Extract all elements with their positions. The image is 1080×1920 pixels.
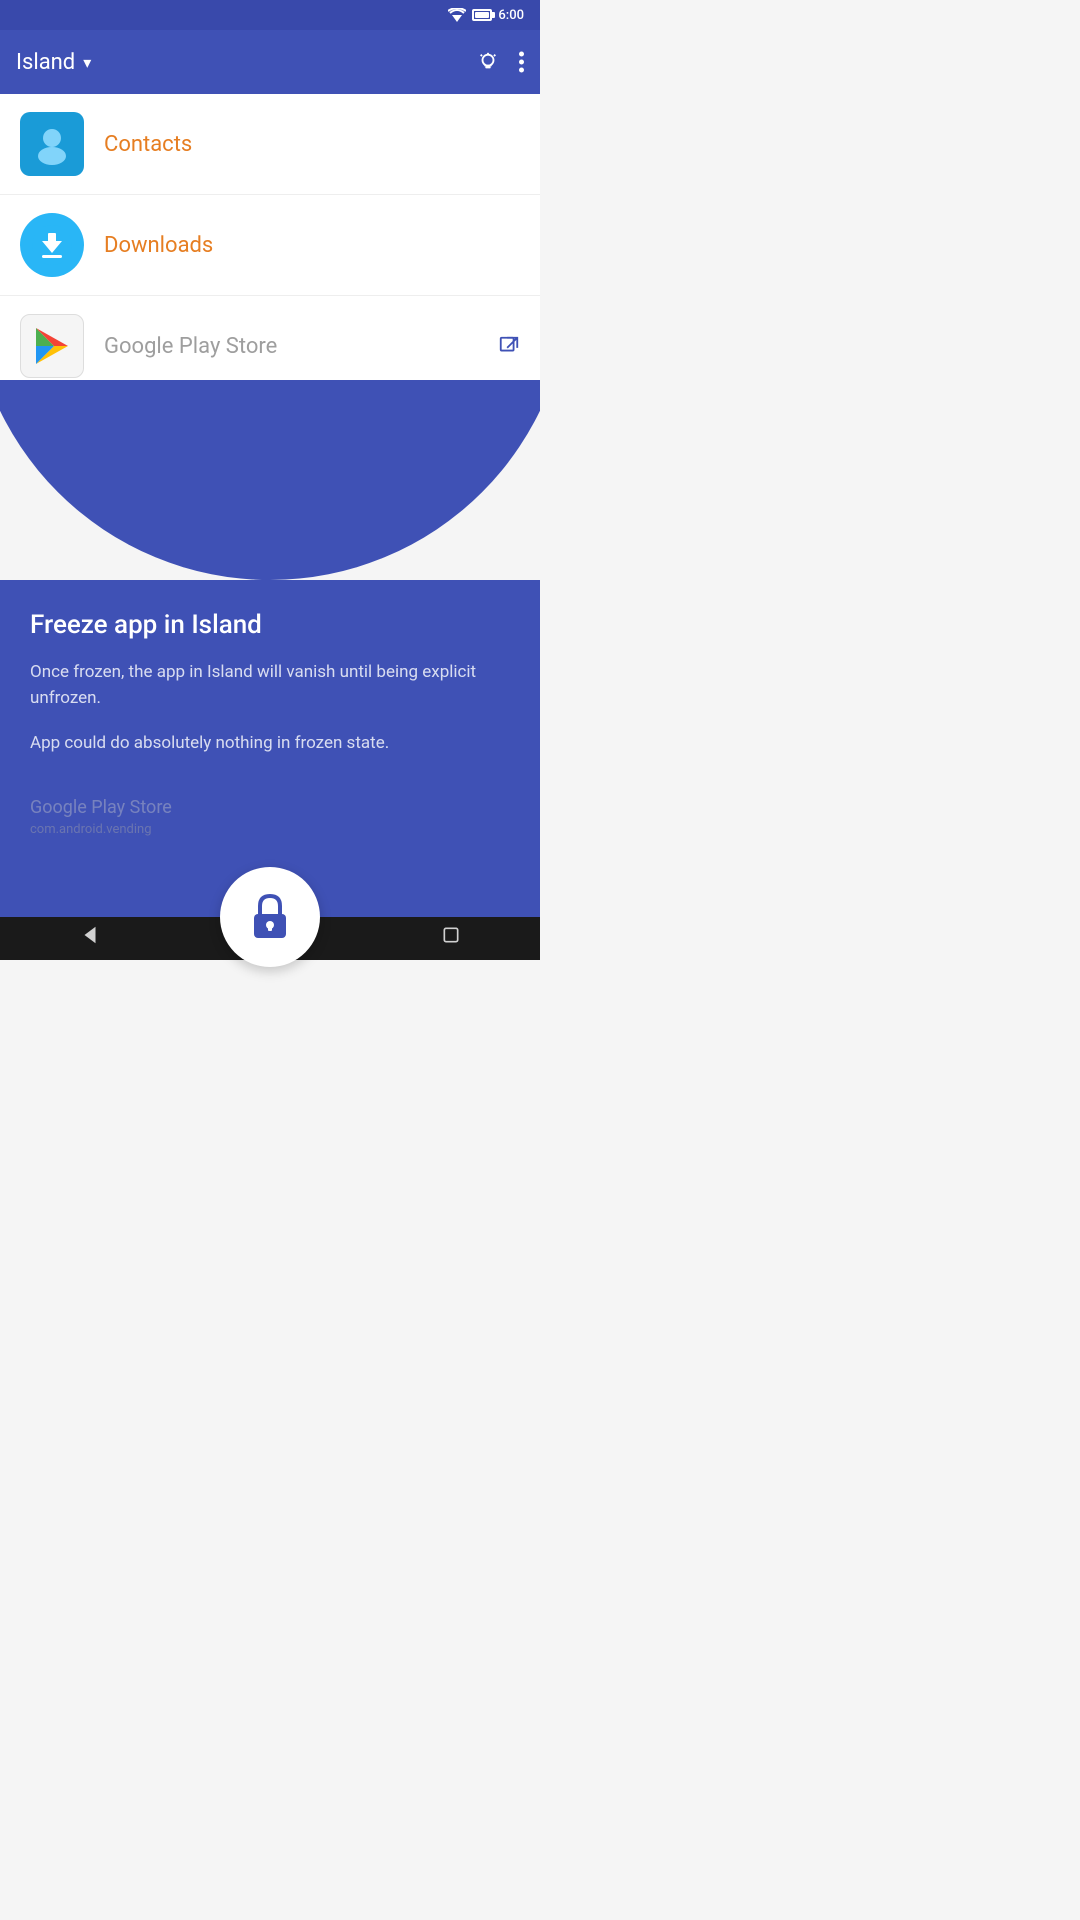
freeze-lock-button[interactable] bbox=[220, 867, 320, 967]
external-link-icon[interactable] bbox=[498, 335, 520, 357]
freeze-desc1: Once frozen, the app in Island will vani… bbox=[30, 660, 510, 711]
list-item[interactable]: Contacts bbox=[0, 94, 540, 195]
status-icons: 6:00 bbox=[448, 8, 524, 23]
overlay-circle bbox=[0, 380, 540, 580]
freeze-desc2: App could do absolutely nothing in froze… bbox=[30, 731, 510, 757]
status-bar: 6:00 bbox=[0, 0, 540, 30]
app-list: Contacts Downloads bbox=[0, 94, 540, 296]
app-bar-right bbox=[477, 51, 524, 73]
back-button[interactable] bbox=[79, 924, 101, 946]
app-title: Island bbox=[16, 50, 75, 75]
play-store-label: Google Play Store bbox=[104, 334, 478, 359]
contacts-label: Contacts bbox=[104, 132, 192, 157]
overlay-panel: Freeze app in Island Once frozen, the ap… bbox=[0, 580, 540, 917]
contacts-app-icon bbox=[20, 112, 84, 176]
freeze-title: Freeze app in Island bbox=[30, 610, 510, 640]
bottom-app-label: Google Play Store bbox=[30, 797, 172, 818]
downloads-app-icon bbox=[20, 213, 84, 277]
wifi-icon bbox=[448, 8, 466, 22]
status-time: 6:00 bbox=[498, 8, 524, 23]
freeze-overlay: Freeze app in Island Once frozen, the ap… bbox=[0, 380, 540, 917]
lightbulb-icon[interactable] bbox=[477, 51, 499, 73]
app-bar-left: Island ▾ bbox=[16, 50, 91, 75]
bottom-app-sublabel: com.android.vending bbox=[30, 822, 152, 837]
battery-icon bbox=[472, 9, 492, 21]
app-bar: Island ▾ bbox=[0, 30, 540, 94]
downloads-label: Downloads bbox=[104, 233, 213, 258]
bottom-app-area: Google Play Store com.android.vending bbox=[30, 797, 510, 837]
dropdown-arrow-icon[interactable]: ▾ bbox=[83, 53, 91, 72]
more-options-icon[interactable] bbox=[519, 51, 524, 73]
recents-button[interactable] bbox=[441, 925, 461, 945]
play-store-app-icon bbox=[20, 314, 84, 378]
list-item[interactable]: Downloads bbox=[0, 195, 540, 296]
